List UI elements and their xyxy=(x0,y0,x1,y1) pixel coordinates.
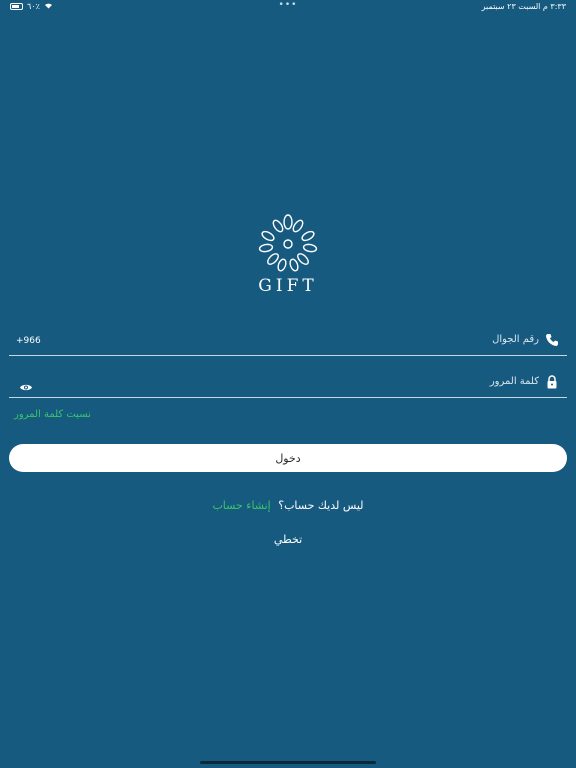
password-label: كلمة المرور xyxy=(489,376,539,387)
home-indicator[interactable] xyxy=(200,761,376,764)
logo-text: GIFT xyxy=(258,276,318,296)
eye-icon[interactable] xyxy=(19,377,33,396)
phone-field[interactable]: رقم الجوال +966 xyxy=(9,320,567,356)
phone-icon xyxy=(545,332,559,346)
country-code[interactable]: +966 xyxy=(16,336,41,346)
lock-icon xyxy=(545,374,559,389)
status-bar: ٦٠٪ ••• ٣:٣٣ م السبت ٢٣ سبتمبر xyxy=(0,0,576,14)
signup-link[interactable]: إنشاء حساب xyxy=(212,499,270,512)
skip-button[interactable]: تخطي xyxy=(0,533,576,546)
gift-logo: GIFT xyxy=(238,214,338,296)
multitasking-dots[interactable]: ••• xyxy=(279,0,298,10)
forgot-password-link[interactable]: نسيت كلمة المرور xyxy=(14,409,91,420)
status-time: ٣:٣٣ م السبت ٢٣ سبتمبر xyxy=(481,2,566,11)
battery-level: ٦٠٪ xyxy=(27,2,40,11)
login-button[interactable]: دخول xyxy=(9,444,567,472)
status-indicators: ٦٠٪ xyxy=(10,2,53,11)
signup-prompt: ليس لديك حساب؟ xyxy=(278,499,364,512)
battery-icon xyxy=(10,3,23,10)
phone-label: رقم الجوال xyxy=(492,334,539,345)
password-field[interactable]: كلمة المرور xyxy=(9,362,567,398)
signup-row: ليس لديك حساب؟ إنشاء حساب xyxy=(0,499,576,512)
wifi-icon xyxy=(44,2,53,11)
wreath-icon xyxy=(258,214,318,272)
